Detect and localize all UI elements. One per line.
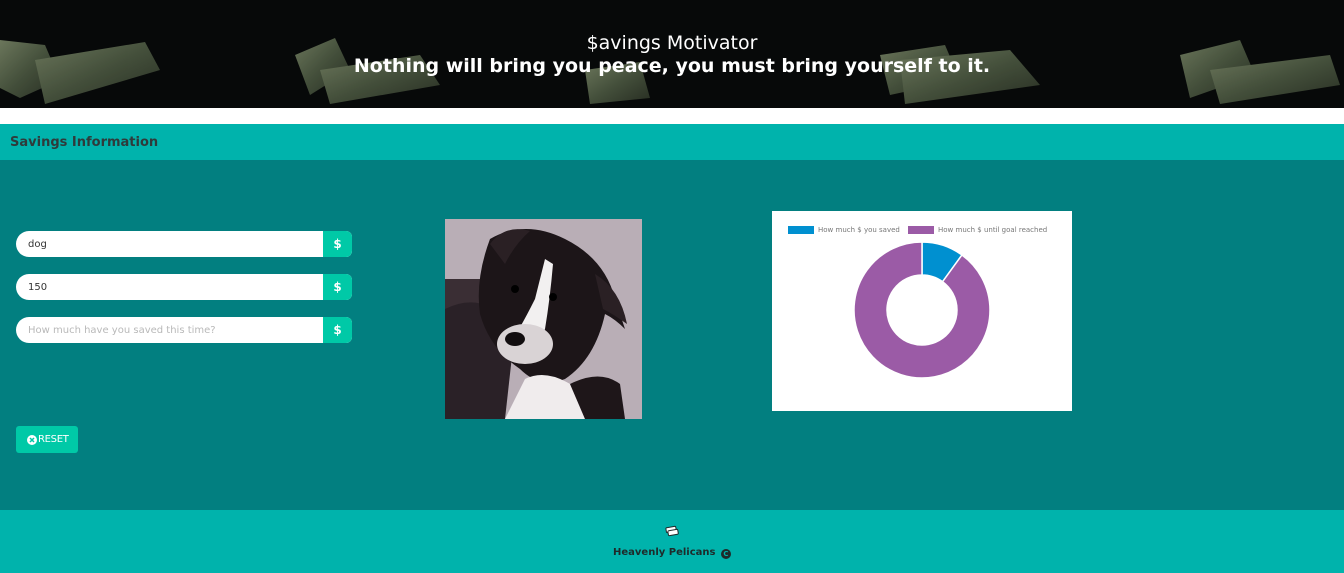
- page-subtitle: Nothing will bring you peace, you must b…: [353, 55, 991, 77]
- main-panel: $ $ $ RESET: [0, 160, 1344, 510]
- saved-amount-input[interactable]: [28, 317, 328, 343]
- saved-amount-field: $: [16, 317, 352, 343]
- section-title-bar: Savings Information: [0, 124, 1344, 160]
- goal-amount-input[interactable]: [28, 274, 328, 300]
- doughnut-chart: [853, 241, 991, 379]
- goal-amount-field: $: [16, 274, 352, 300]
- footer-credit: Heavenly Pelicans: [613, 547, 716, 558]
- doughnut-slice: [853, 241, 991, 379]
- page-title: $avings Motivator: [586, 32, 758, 54]
- goal-photo: [445, 219, 642, 419]
- header-banner: $avings Motivator Nothing will bring you…: [0, 0, 1344, 108]
- goal-item-field: $: [16, 231, 352, 257]
- dollar-icon: $: [323, 274, 352, 300]
- money-icon: [665, 525, 679, 537]
- dollar-icon: $: [323, 317, 352, 343]
- reset-button[interactable]: RESET: [16, 426, 78, 453]
- footer: Heavenly Pelicans C: [0, 510, 1344, 573]
- dollar-icon: $: [323, 231, 352, 257]
- close-circle-icon: [27, 434, 37, 445]
- reset-button-label: RESET: [38, 434, 69, 445]
- section-title: Savings Information: [10, 135, 159, 150]
- savings-chart: How much $ you saved How much $ until go…: [772, 211, 1072, 411]
- copyright-icon: C: [720, 549, 731, 559]
- footer-credit-line: Heavenly Pelicans C: [0, 547, 1344, 559]
- goal-item-input[interactable]: [28, 231, 328, 257]
